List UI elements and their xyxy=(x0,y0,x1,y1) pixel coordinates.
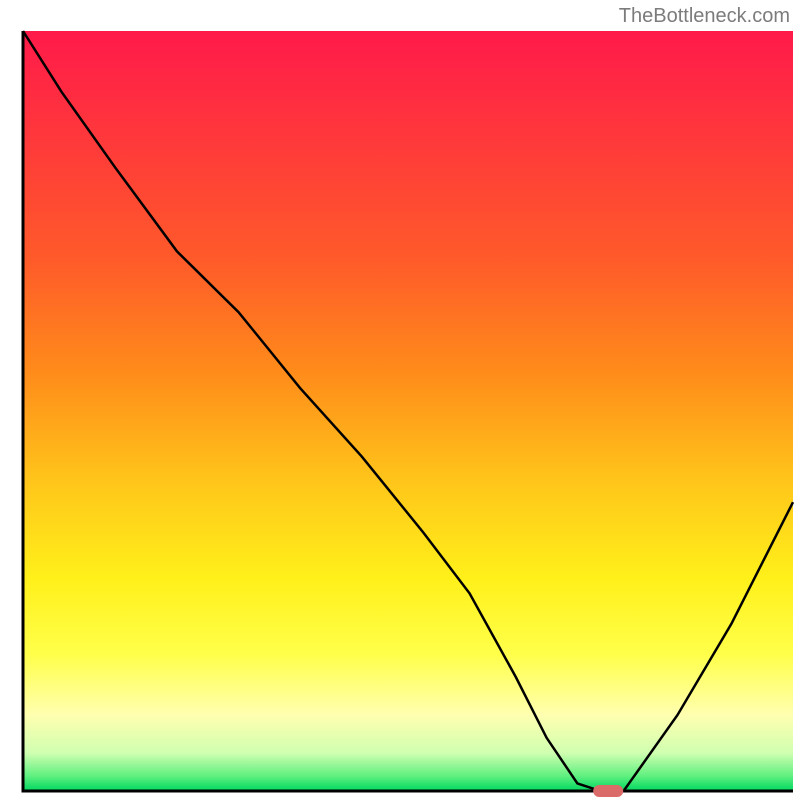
optimal-marker xyxy=(593,785,623,797)
chart-svg xyxy=(0,0,800,800)
watermark-text: TheBottleneck.com xyxy=(619,5,790,28)
chart-container: TheBottleneck.com xyxy=(0,0,800,800)
plot-background xyxy=(23,31,793,791)
